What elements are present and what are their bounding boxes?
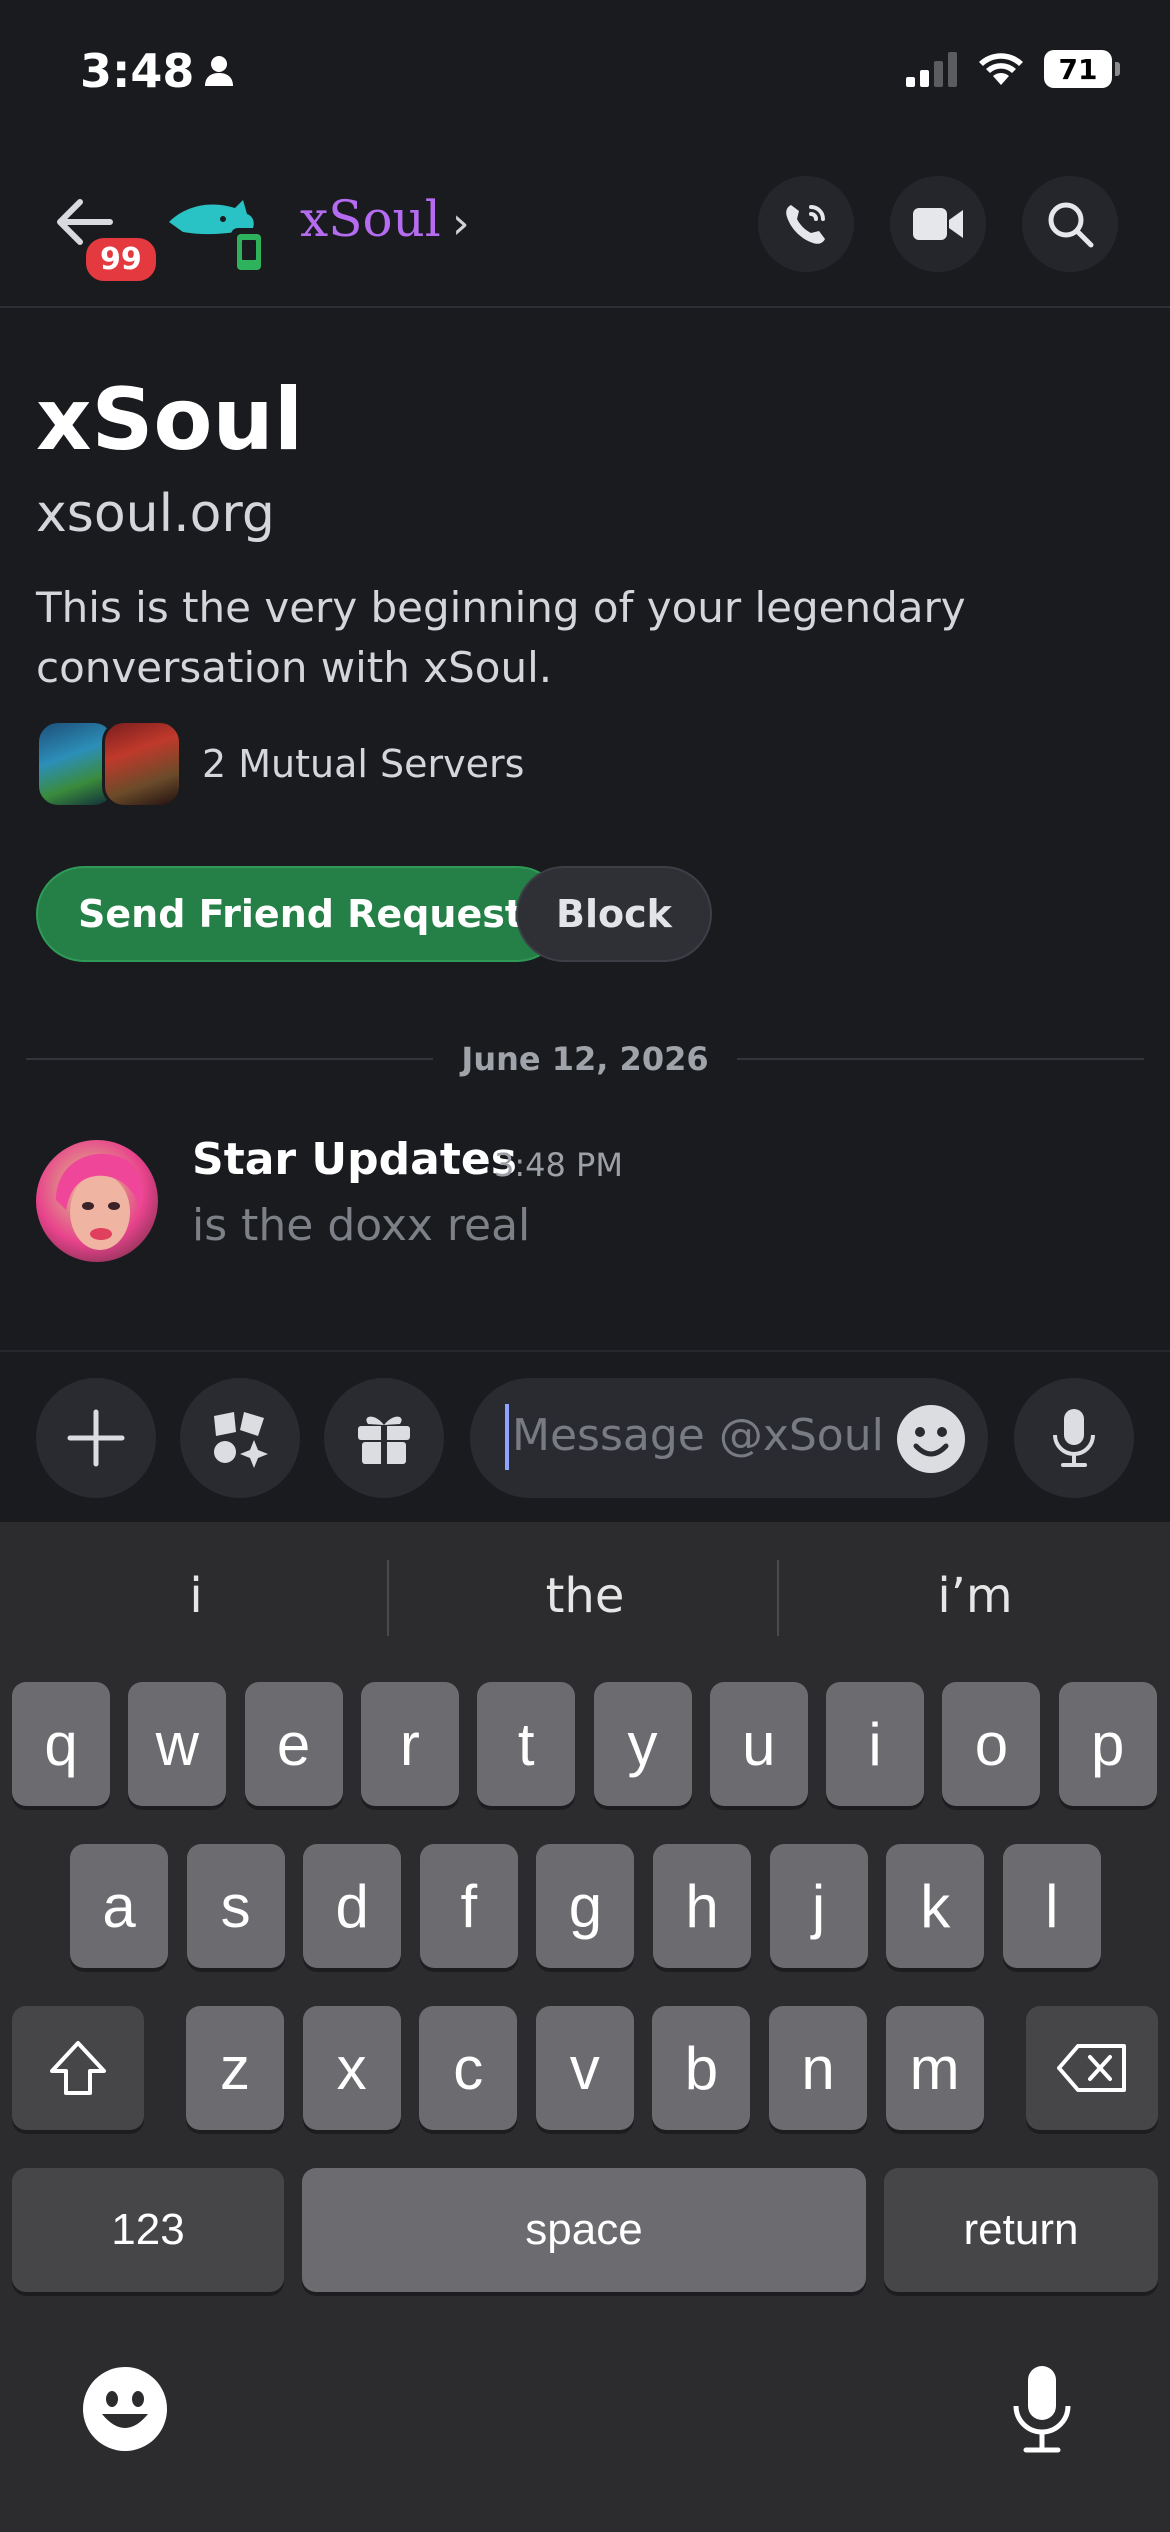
message-timestamp: 3:48 PM xyxy=(494,1146,623,1184)
wifi-icon xyxy=(979,53,1023,85)
microphone-icon xyxy=(1013,2366,1071,2453)
emoji-button[interactable] xyxy=(896,1404,966,1478)
key-f[interactable]: f xyxy=(419,1844,518,1968)
message-author-avatar[interactable] xyxy=(36,1140,158,1262)
server-icon xyxy=(102,720,182,808)
gift-button[interactable] xyxy=(324,1378,444,1498)
date-label: June 12, 2026 xyxy=(461,1040,709,1078)
key-r[interactable]: r xyxy=(360,1682,459,1806)
search-icon xyxy=(1048,202,1094,248)
numbers-key[interactable]: 123 xyxy=(12,2168,284,2292)
key-b[interactable]: b xyxy=(652,2006,751,2130)
profile-handle: xsoul.org xyxy=(36,484,275,544)
suggestion-2[interactable]: the xyxy=(405,1568,765,1624)
suggestion-1[interactable]: i xyxy=(16,1568,376,1624)
divider-line xyxy=(736,1058,1145,1060)
message-input-placeholder: Message @xSoul xyxy=(512,1410,884,1461)
key-y[interactable]: y xyxy=(593,1682,692,1806)
mutual-servers[interactable]: 2 Mutual Servers xyxy=(36,720,524,808)
plus-icon xyxy=(67,1409,125,1467)
key-u[interactable]: u xyxy=(709,1682,808,1806)
key-h[interactable]: h xyxy=(653,1844,751,1968)
message-author[interactable]: Star Updates xyxy=(192,1134,517,1185)
key-p[interactable]: p xyxy=(1058,1682,1157,1806)
voice-call-button[interactable] xyxy=(758,176,854,272)
key-c[interactable]: c xyxy=(419,2006,518,2130)
key-o[interactable]: o xyxy=(942,1682,1041,1806)
status-icons: 71 xyxy=(906,50,1120,88)
avatar-photo xyxy=(56,1153,144,1250)
conversation-intro-text: This is the very beginning of your legen… xyxy=(36,583,966,692)
key-e[interactable]: e xyxy=(244,1682,343,1806)
microphone-icon xyxy=(1053,1409,1095,1467)
phone-icon xyxy=(786,205,825,244)
suggestion-separator xyxy=(777,1560,779,1636)
date-divider: June 12, 2026 xyxy=(26,1040,1145,1078)
send-friend-request-button[interactable]: Send Friend Request xyxy=(36,866,566,962)
key-x[interactable]: x xyxy=(302,2006,401,2130)
add-attachment-button[interactable] xyxy=(36,1378,156,1498)
key-j[interactable]: j xyxy=(769,1844,868,1968)
video-call-button[interactable] xyxy=(890,176,986,272)
divider-line xyxy=(26,1058,434,1060)
profile-name: xSoul xyxy=(36,370,304,470)
key-q[interactable]: q xyxy=(12,1682,110,1806)
key-n[interactable]: n xyxy=(769,2006,867,2130)
shift-key[interactable] xyxy=(12,2006,144,2130)
key-m[interactable]: m xyxy=(885,2006,984,2130)
mutual-servers-label: 2 Mutual Servers xyxy=(202,742,525,786)
gift-icon xyxy=(358,1416,410,1464)
key-t[interactable]: t xyxy=(477,1682,576,1806)
unread-badge: 99 xyxy=(82,234,160,285)
smiley-icon xyxy=(897,1405,965,1473)
chevron-right-icon[interactable]: › xyxy=(452,198,470,249)
emoji-keyboard-button[interactable] xyxy=(82,2366,168,2456)
battery-indicator: 71 xyxy=(1044,50,1120,88)
return-key[interactable]: return xyxy=(884,2168,1158,2292)
user-avatar[interactable] xyxy=(165,186,275,276)
apps-sparkle-icon xyxy=(214,1412,268,1468)
key-v[interactable]: v xyxy=(535,2006,634,2130)
apps-button[interactable] xyxy=(180,1378,300,1498)
block-button[interactable]: Block xyxy=(516,866,712,962)
search-button[interactable] xyxy=(1022,176,1118,272)
suggestion-3[interactable]: i’m xyxy=(795,1568,1155,1624)
dolphin-avatar-icon xyxy=(169,200,267,274)
shift-arrow-icon xyxy=(50,2041,106,2095)
backspace-icon xyxy=(1057,2044,1126,2092)
status-time: 3:48 xyxy=(80,44,234,98)
key-g[interactable]: g xyxy=(536,1844,635,1968)
voice-message-button[interactable] xyxy=(1014,1378,1134,1498)
backspace-key[interactable] xyxy=(1026,2006,1158,2130)
mutual-server-icons xyxy=(36,720,182,808)
dictation-button[interactable] xyxy=(1008,2362,1076,2460)
key-k[interactable]: k xyxy=(886,1844,985,1968)
space-key[interactable]: space xyxy=(302,2168,866,2292)
video-camera-icon xyxy=(913,208,963,240)
key-i[interactable]: i xyxy=(826,1682,925,1806)
key-d[interactable]: d xyxy=(303,1844,402,1968)
message-text: is the doxx real xyxy=(192,1200,531,1251)
key-w[interactable]: w xyxy=(128,1682,227,1806)
person-icon xyxy=(205,56,234,86)
smiley-icon xyxy=(83,2367,167,2451)
key-l[interactable]: l xyxy=(1002,1844,1101,1968)
key-s[interactable]: s xyxy=(186,1844,285,1968)
cellular-signal-icon xyxy=(906,52,957,87)
text-caret xyxy=(505,1404,509,1470)
suggestion-separator xyxy=(387,1560,389,1636)
header-username[interactable]: xSoul xyxy=(300,190,441,248)
key-a[interactable]: a xyxy=(70,1844,168,1968)
key-z[interactable]: z xyxy=(186,2006,284,2130)
